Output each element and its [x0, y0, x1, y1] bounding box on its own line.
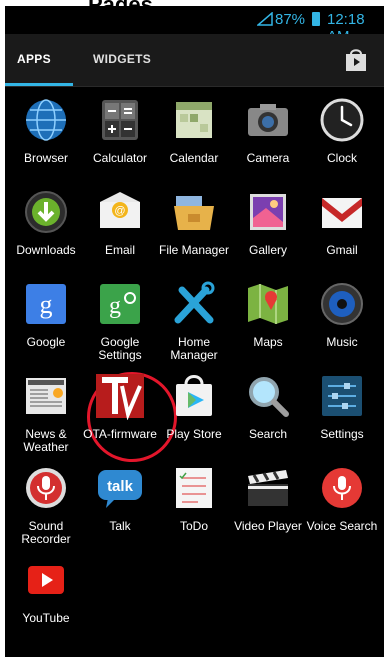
app-google-settings[interactable]: g Google Settings [83, 280, 157, 362]
settings-icon [318, 372, 366, 420]
battery-percent: 87% [275, 11, 306, 28]
app-label: Calculator [92, 151, 148, 165]
app-downloads[interactable]: Downloads [9, 188, 83, 257]
app-music[interactable]: Music [305, 280, 379, 349]
app-maps[interactable]: Maps [231, 280, 305, 349]
gallery-icon [244, 188, 292, 236]
signal-icon [257, 12, 273, 26]
tab-bar: APPS WIDGETS [5, 34, 384, 87]
globe-icon [22, 96, 70, 144]
camera-icon [244, 96, 292, 144]
status-bar: 87% 12:18 AM [5, 6, 384, 45]
google-settings-icon: g [96, 280, 144, 328]
app-news-weather[interactable]: News & Weather [9, 372, 83, 454]
app-label: YouTube [22, 611, 70, 625]
app-label: ToDo [179, 519, 208, 533]
app-label: OTA-firmware [83, 427, 157, 441]
app-label: Downloads [16, 243, 76, 257]
clock-icon [318, 96, 366, 144]
app-label: Sound Recorder [21, 519, 71, 546]
svg-text:g: g [40, 290, 53, 319]
app-label: Music [326, 335, 358, 349]
app-ota-firmware[interactable]: OTA-firmware [83, 372, 157, 441]
todo-icon [170, 464, 218, 512]
tab-widgets[interactable]: WIDGETS [93, 52, 151, 66]
play-store-icon [170, 372, 218, 420]
app-label: Maps [253, 335, 283, 349]
search-icon [244, 372, 292, 420]
app-camera[interactable]: Camera [231, 96, 305, 165]
app-google[interactable]: g Google [9, 280, 83, 349]
tab-indicator [5, 83, 73, 86]
folder-icon [170, 188, 218, 236]
app-voice-search[interactable]: Voice Search [305, 464, 379, 533]
app-label: Search [248, 427, 288, 441]
app-label: Talk [109, 519, 131, 533]
google-icon: g [22, 280, 70, 328]
microphone-icon [22, 464, 70, 512]
app-label: Calendar [169, 151, 219, 165]
calendar-icon [170, 96, 218, 144]
app-label: Email [104, 243, 135, 257]
video-icon [244, 464, 292, 512]
app-label: Home Manager [170, 335, 218, 362]
app-email[interactable]: @ Email [83, 188, 157, 257]
maps-icon [244, 280, 292, 328]
app-settings[interactable]: Settings [305, 372, 379, 441]
gmail-icon [318, 188, 366, 236]
app-gallery[interactable]: Gallery [231, 188, 305, 257]
email-icon: @ [96, 188, 144, 236]
play-store-shortcut-icon[interactable] [344, 46, 368, 72]
app-calendar[interactable]: Calendar [157, 96, 231, 165]
svg-text:talk: talk [107, 478, 134, 495]
app-video-player[interactable]: Video Player [231, 464, 305, 533]
calculator-icon [96, 96, 144, 144]
app-clock[interactable]: Clock [305, 96, 379, 165]
youtube-icon [22, 556, 70, 604]
app-gmail[interactable]: Gmail [305, 188, 379, 257]
svg-text:g: g [109, 293, 121, 319]
news-icon [22, 372, 70, 420]
app-label: Video Player [234, 519, 302, 533]
app-label: Google [26, 335, 66, 349]
app-label: Camera [246, 151, 290, 165]
talk-icon: talk [96, 464, 144, 512]
app-browser[interactable]: Browser [9, 96, 83, 165]
app-label: Clock [326, 151, 357, 165]
tools-icon [170, 280, 218, 328]
voice-search-icon [318, 464, 366, 512]
app-sound-recorder[interactable]: Sound Recorder [9, 464, 83, 546]
svg-text:@: @ [114, 205, 125, 217]
app-youtube[interactable]: YouTube [9, 556, 83, 625]
app-label: File Manager [158, 243, 230, 257]
battery-icon [312, 12, 320, 26]
app-label: Play Store [166, 427, 222, 441]
app-play-store[interactable]: Play Store [157, 372, 231, 441]
tab-apps[interactable]: APPS [17, 52, 51, 66]
app-todo[interactable]: ToDo [157, 464, 231, 533]
app-label: Settings [320, 427, 364, 441]
app-calculator[interactable]: Calculator [83, 96, 157, 165]
app-file-manager[interactable]: File Manager [157, 188, 231, 257]
app-talk[interactable]: talk Talk [83, 464, 157, 533]
download-icon [22, 188, 70, 236]
app-label: Browser [23, 151, 68, 165]
app-label: Google Settings [98, 335, 142, 362]
app-search[interactable]: Search [231, 372, 305, 441]
app-home-manager[interactable]: Home Manager [157, 280, 231, 362]
music-icon [318, 280, 366, 328]
app-label: News & Weather [23, 427, 69, 454]
app-label: Voice Search [306, 519, 378, 533]
android-screen: 87% 12:18 AM APPS WIDGETS Browser Calcula… [5, 6, 384, 657]
app-label: Gmail [326, 243, 358, 257]
ota-icon [96, 372, 144, 421]
app-label: Gallery [248, 243, 287, 257]
